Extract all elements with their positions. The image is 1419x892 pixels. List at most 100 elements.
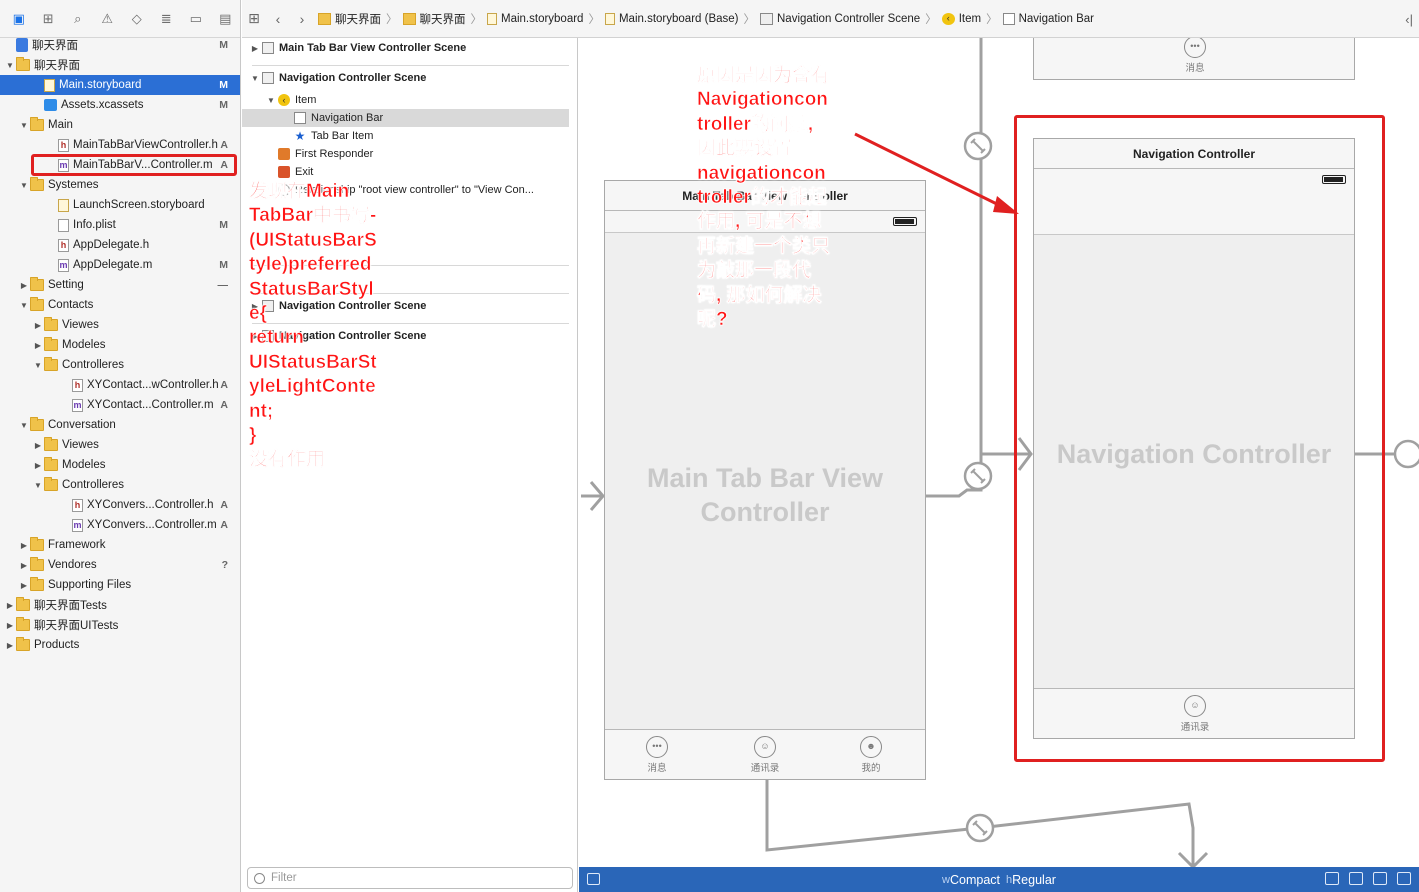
breadcrumb-item[interactable]: Navigation Bar xyxy=(1002,12,1094,25)
top-scene[interactable]: ••• 消息 xyxy=(1033,38,1355,80)
file-tree-row[interactable]: ▶ Framework xyxy=(0,535,240,555)
disclosure-triangle-icon[interactable]: ▶ xyxy=(248,44,262,53)
filter-field[interactable]: Filter xyxy=(247,867,573,889)
file-tree-row[interactable]: m AppDelegate.m M xyxy=(0,255,240,275)
file-tree-row[interactable]: h XYConvers...Controller.h A xyxy=(0,495,240,515)
file-tree-row[interactable]: Assets.xcassets M xyxy=(0,95,240,115)
tab-item-messages[interactable]: ••• 消息 xyxy=(637,736,677,774)
hierarchy-icon[interactable]: ⊞ xyxy=(34,9,64,29)
disclosure-triangle-icon[interactable]: ▼ xyxy=(18,421,30,430)
breakpoint-icon[interactable]: ▭ xyxy=(181,9,211,29)
outline-row[interactable]: Navigation Bar xyxy=(242,109,569,127)
canvas-controls xyxy=(1325,872,1411,885)
file-name: Modeles xyxy=(62,459,106,471)
file-name: Main.storyboard xyxy=(59,79,142,91)
align-icon[interactable] xyxy=(1325,872,1339,885)
file-tree-row[interactable]: h MainTabBarViewController.h A xyxy=(0,135,240,155)
disclosure-triangle-icon[interactable]: ▶ xyxy=(32,341,44,350)
file-tree-row[interactable]: ▶ Modeles xyxy=(0,335,240,355)
file-tree-row[interactable]: Info.plist M xyxy=(0,215,240,235)
resolve-icon[interactable] xyxy=(1373,872,1387,885)
file-tree-row[interactable]: ▼ Controlleres xyxy=(0,355,240,375)
disclosure-triangle-icon[interactable]: ▶ xyxy=(18,581,30,590)
resize-icon[interactable] xyxy=(1397,872,1411,885)
test-diamond-icon[interactable]: ◇ xyxy=(122,9,152,29)
tab-bar: ••• 消息 ☺ 通讯录 ☻ 我的 xyxy=(605,729,925,779)
disclosure-triangle-icon[interactable]: ▶ xyxy=(18,281,30,290)
project-navigator: ▣ ⊞ ⌕ ⚠ ◇ ≣ ▭ ▤ 聊天界面 M ▼ 聊天界面 Main.storyboar… xyxy=(0,0,241,892)
file-tree-row[interactable]: ▶ 聊天界面Tests xyxy=(0,595,240,615)
disclosure-triangle-icon[interactable]: ▼ xyxy=(32,481,44,490)
scm-status-badge: A xyxy=(220,379,228,391)
file-tree-row[interactable]: ▼ Contacts xyxy=(0,295,240,315)
file-tree-row[interactable]: ▶ Setting — xyxy=(0,275,240,295)
breadcrumb-item[interactable]: Main.storyboard (Base) xyxy=(604,12,739,25)
file-tree-row[interactable]: ▼ Main xyxy=(0,115,240,135)
outline-row[interactable]: First Responder xyxy=(242,145,569,163)
file-tree-row[interactable]: LaunchScreen.storyboard xyxy=(0,195,240,215)
tab-item-profile[interactable]: ☻ 我的 xyxy=(851,736,891,774)
storyboard-canvas[interactable]: ••• 消息 Main Tab Bar View Controller Main… xyxy=(579,38,1419,867)
file-tree-row[interactable]: ▶ Viewes xyxy=(0,315,240,335)
disclosure-triangle-icon[interactable]: ▼ xyxy=(32,361,44,370)
disclosure-triangle-icon[interactable]: ▶ xyxy=(4,621,16,630)
disclosure-triangle-icon[interactable]: ▼ xyxy=(264,96,278,105)
forward-icon[interactable]: › xyxy=(290,11,314,27)
disclosure-triangle-icon[interactable]: ▶ xyxy=(18,561,30,570)
tab-label: 我的 xyxy=(861,763,881,774)
file-tree-row[interactable]: ▼ Controlleres xyxy=(0,475,240,495)
disclosure-triangle-icon[interactable]: ▼ xyxy=(248,74,262,83)
warning-icon[interactable]: ⚠ xyxy=(93,9,123,29)
sidebar-toggle-icon[interactable] xyxy=(587,873,600,885)
tab-item-contacts[interactable]: ☺ 通讯录 xyxy=(745,736,785,774)
outline-row[interactable]: ▼ ‹ Item xyxy=(242,91,569,109)
file-tree-row[interactable]: ▶ Viewes xyxy=(0,435,240,455)
folder-icon[interactable]: ▣ xyxy=(4,9,34,29)
file-tree-row[interactable]: ▶ 聊天界面UITests xyxy=(0,615,240,635)
file-tree-row[interactable]: ▶ Modeles xyxy=(0,455,240,475)
scm-status-badge: M xyxy=(219,219,228,231)
breadcrumb-item[interactable]: 聊天界面 xyxy=(318,11,381,27)
file-tree-row[interactable]: ▼ 聊天界面 xyxy=(0,55,240,75)
disclosure-triangle-icon[interactable]: ▶ xyxy=(4,601,16,610)
outline-row[interactable]: Exit xyxy=(242,163,569,181)
debug-icon[interactable]: ≣ xyxy=(152,9,182,29)
file-tree-row[interactable]: Main.storyboard M xyxy=(0,75,240,95)
file-tree-row[interactable]: ▶ Vendores? xyxy=(0,555,240,575)
disclosure-triangle-icon[interactable]: ▶ xyxy=(4,641,16,650)
file-tree-row[interactable]: ▼ Systemes xyxy=(0,175,240,195)
breadcrumb-item[interactable]: 聊天界面 xyxy=(402,11,466,27)
file-tree-row[interactable]: m XYConvers...Controller.m A xyxy=(0,515,240,535)
file-name: XYConvers...Controller.m xyxy=(87,519,217,531)
outline-row[interactable]: ★ Tab Bar Item xyxy=(242,127,569,145)
back-icon[interactable]: ‹ xyxy=(266,11,290,27)
file-tree-row[interactable]: ▶ Products xyxy=(0,635,240,655)
breadcrumb-item[interactable]: ‹ Item xyxy=(941,12,981,25)
file-tree-row[interactable]: 聊天界面 M xyxy=(0,35,240,55)
outline-row[interactable]: ▼ Navigation Controller Scene xyxy=(242,69,569,87)
header-file-icon: h xyxy=(58,238,69,252)
pin-icon[interactable] xyxy=(1349,872,1363,885)
report-icon[interactable]: ▤ xyxy=(211,9,241,29)
disclosure-triangle-icon[interactable]: ▼ xyxy=(18,181,30,190)
outline-row[interactable]: ▶ Main Tab Bar View Controller Scene xyxy=(242,39,569,57)
file-tree-row[interactable]: h AppDelegate.h xyxy=(0,235,240,255)
disclosure-triangle-icon[interactable]: ▼ xyxy=(18,121,30,130)
size-class-bar[interactable]: w Compact h Regular xyxy=(579,867,1419,892)
disclosure-triangle-icon[interactable]: ▶ xyxy=(18,541,30,550)
breadcrumb-item[interactable]: Main.storyboard xyxy=(487,12,583,25)
breadcrumb-item[interactable]: Navigation Controller Scene xyxy=(760,12,920,25)
scm-status-badge: A xyxy=(220,519,228,531)
disclosure-triangle-icon[interactable]: ▼ xyxy=(4,61,16,70)
disclosure-triangle-icon[interactable]: ▼ xyxy=(18,301,30,310)
related-items-icon[interactable]: ‹| xyxy=(1405,12,1413,27)
file-tree-row[interactable]: m XYContact...Controller.m A xyxy=(0,395,240,415)
file-tree-row[interactable]: h XYContact...wController.h A xyxy=(0,375,240,395)
file-tree-row[interactable]: ▼ Conversation xyxy=(0,415,240,435)
search-icon[interactable]: ⌕ xyxy=(63,9,93,29)
disclosure-triangle-icon[interactable]: ▶ xyxy=(32,441,44,450)
grid-icon[interactable]: ⊞ xyxy=(242,10,266,27)
disclosure-triangle-icon[interactable]: ▶ xyxy=(32,461,44,470)
disclosure-triangle-icon[interactable]: ▶ xyxy=(32,321,44,330)
file-tree-row[interactable]: ▶ Supporting Files xyxy=(0,575,240,595)
